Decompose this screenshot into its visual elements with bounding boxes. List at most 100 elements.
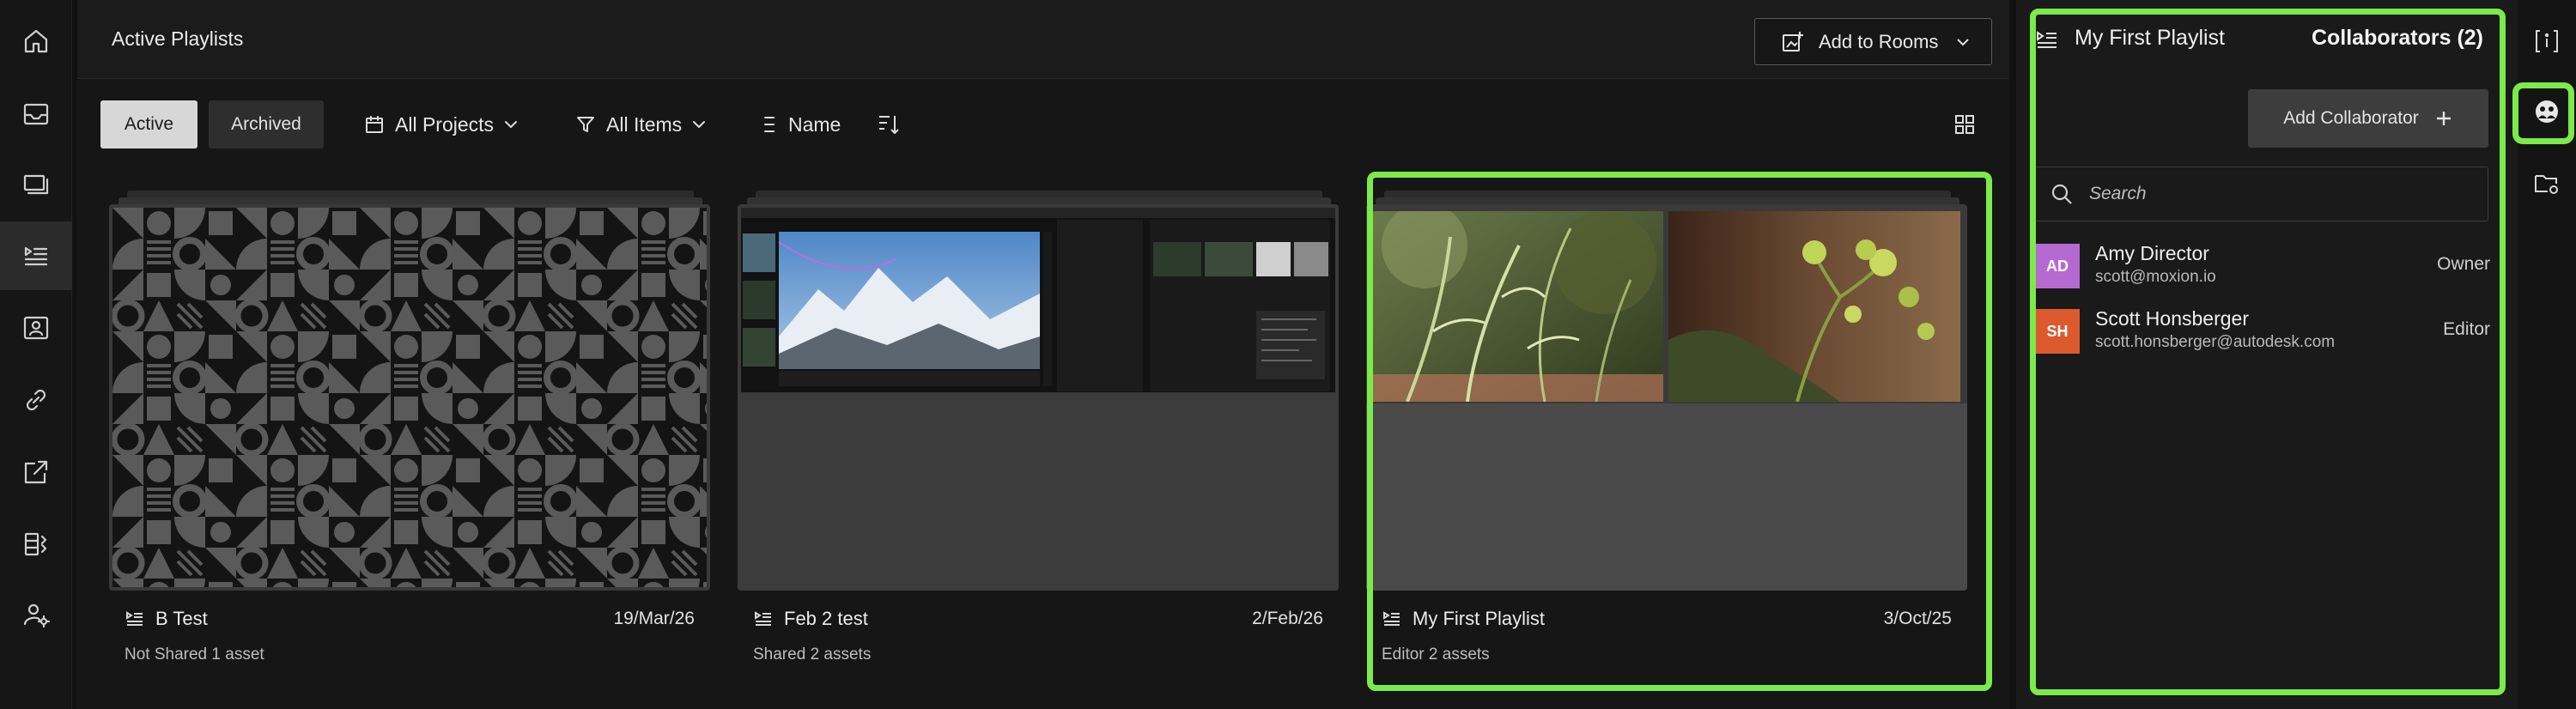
search-input[interactable] bbox=[2089, 184, 2450, 204]
review-icon bbox=[23, 174, 49, 195]
nav-user-settings[interactable] bbox=[0, 580, 72, 649]
info-icon bbox=[2536, 30, 2558, 52]
collaborator-row[interactable]: AD Amy Director scott@moxion.io Owner bbox=[2035, 240, 2499, 295]
info-button[interactable] bbox=[2518, 12, 2576, 70]
playlist-share-status: Shared bbox=[753, 645, 806, 664]
grid-view-button[interactable] bbox=[1949, 109, 1980, 140]
contacts-icon bbox=[23, 316, 49, 340]
playlist-card-info[interactable]: B Test 19/Mar/26 Not Shared 1 asset bbox=[109, 592, 710, 687]
home-icon bbox=[24, 29, 48, 53]
sort-direction-button[interactable] bbox=[872, 109, 903, 140]
projects-filter-dropdown[interactable]: All Projects bbox=[364, 100, 518, 148]
playlist-card-thumbnail[interactable] bbox=[738, 204, 1339, 591]
playlist-icon bbox=[1383, 611, 1400, 626]
playlist-share-status: Editor bbox=[1382, 645, 1425, 664]
playlist-icon bbox=[126, 611, 143, 626]
collaborators-button[interactable] bbox=[2518, 82, 2576, 141]
chevron-down-icon bbox=[1957, 38, 1970, 45]
right-icon-rail bbox=[2518, 0, 2576, 709]
collaborator-role[interactable]: Editor bbox=[2443, 319, 2490, 340]
card-title-row: Feb 2 test 2/Feb/26 bbox=[753, 608, 1323, 630]
chevron-down-icon bbox=[505, 121, 518, 128]
collaborators-count: Collaborators (2) bbox=[2311, 26, 2483, 50]
sort-direction-icon bbox=[879, 116, 899, 135]
asset-thumbnails bbox=[1373, 211, 1960, 402]
screenshot-thumbnail bbox=[741, 208, 1335, 392]
playlist-card-thumbnail[interactable] bbox=[1366, 204, 1967, 591]
pattern-thumbnail bbox=[112, 208, 707, 587]
add-to-rooms-label: Add to Rooms bbox=[1819, 30, 1939, 52]
collaborator-role[interactable]: Owner bbox=[2437, 254, 2490, 275]
nav-review[interactable] bbox=[0, 151, 72, 220]
add-to-rooms-icon bbox=[1783, 31, 1803, 52]
chevron-down-icon bbox=[693, 121, 706, 128]
playlist-subtitle: Not Shared 1 asset bbox=[125, 645, 264, 664]
nav-playlists[interactable] bbox=[0, 221, 72, 290]
share-icon bbox=[24, 460, 48, 484]
nav-inbox[interactable] bbox=[0, 79, 72, 148]
playlist-date: 3/Oct/25 bbox=[1883, 609, 1952, 628]
playlist-date: 19/Mar/26 bbox=[613, 609, 695, 628]
playlist-icon bbox=[24, 246, 48, 266]
plus-icon bbox=[2436, 112, 2451, 125]
playlist-icon bbox=[2035, 27, 2059, 52]
collaborator-name: Amy Director bbox=[2095, 242, 2209, 264]
left-nav bbox=[0, 0, 72, 709]
playlist-asset-count: 2 assets bbox=[810, 645, 872, 664]
collaborator-row[interactable]: SH Scott Honsberger scott.honsberger@aut… bbox=[2035, 306, 2499, 361]
compare-icon bbox=[24, 532, 47, 556]
projects-filter-label: All Projects bbox=[395, 112, 495, 136]
playlist-date: 2/Feb/26 bbox=[1252, 609, 1323, 628]
collaborator-name: Scott Honsberger bbox=[2095, 307, 2249, 330]
playlist-card-thumbnail[interactable] bbox=[109, 204, 710, 591]
nav-share[interactable] bbox=[0, 438, 72, 506]
collaborator-email: scott.honsberger@autodesk.com bbox=[2095, 333, 2336, 351]
grid-view-icon bbox=[1955, 115, 1974, 134]
collaborator-email: scott@moxion.io bbox=[2095, 268, 2216, 286]
avatar: AD bbox=[2035, 244, 2080, 288]
filter-icon bbox=[577, 117, 594, 132]
add-to-rooms-button[interactable]: Add to Rooms bbox=[1754, 18, 1992, 65]
playlist-card-info[interactable]: Feb 2 test 2/Feb/26 Shared 2 assets bbox=[738, 592, 1339, 687]
inbox-icon bbox=[23, 103, 49, 125]
collaborator-search[interactable] bbox=[2035, 167, 2488, 221]
search-icon bbox=[2051, 184, 2072, 204]
playlist-subtitle: Editor 2 assets bbox=[1382, 645, 1490, 664]
playlist-subtitle: Shared 2 assets bbox=[753, 645, 871, 664]
playlist-card-info[interactable]: My First Playlist 3/Oct/25 Editor 2 asse… bbox=[1366, 592, 1967, 687]
items-filter-dropdown[interactable]: All Items bbox=[575, 100, 706, 148]
sort-by-dropdown[interactable]: Name bbox=[761, 100, 841, 148]
items-filter-label: All Items bbox=[606, 112, 683, 136]
collaborators-icon bbox=[2536, 100, 2558, 123]
nav-links[interactable] bbox=[0, 366, 72, 434]
folder-settings-icon bbox=[2535, 175, 2558, 194]
nav-home[interactable] bbox=[0, 7, 72, 76]
sort-by-label: Name bbox=[788, 112, 841, 136]
calendar-icon bbox=[366, 116, 383, 133]
folder-settings-button[interactable] bbox=[2518, 155, 2576, 213]
nav-compare[interactable] bbox=[0, 510, 72, 579]
nav-contacts[interactable] bbox=[0, 294, 72, 362]
user-settings-icon bbox=[23, 603, 51, 628]
card-title-row: B Test 19/Mar/26 bbox=[125, 608, 695, 630]
playlist-name: B Test bbox=[155, 608, 208, 629]
card-title-row: My First Playlist 3/Oct/25 bbox=[1382, 608, 1952, 630]
flower-thumbnail bbox=[1668, 211, 1960, 402]
playlist-name: My First Playlist bbox=[1413, 608, 1545, 629]
playlist-name: Feb 2 test bbox=[784, 608, 868, 629]
filter-archived-button[interactable]: Archived bbox=[209, 100, 324, 148]
playlist-icon bbox=[755, 611, 771, 626]
header: Active Playlists Add to Rooms bbox=[77, 0, 2009, 79]
link-icon bbox=[26, 389, 46, 411]
playlist-share-status: Not Shared bbox=[125, 645, 208, 664]
empty-thumbnail-area bbox=[1366, 403, 1967, 591]
sort-field-icon bbox=[764, 117, 775, 132]
filter-active-button[interactable]: Active bbox=[100, 100, 197, 148]
collaborators-panel: My First Playlist Collaborators (2) Add … bbox=[2016, 0, 2523, 709]
avatar: SH bbox=[2035, 309, 2080, 354]
page-title: Active Playlists bbox=[112, 27, 244, 50]
add-collaborator-button[interactable]: Add Collaborator bbox=[2248, 89, 2488, 148]
playlist-asset-count: 2 assets bbox=[1428, 645, 1490, 664]
grass-thumbnail bbox=[1373, 211, 1663, 402]
panel-title: My First Playlist bbox=[2075, 26, 2225, 50]
